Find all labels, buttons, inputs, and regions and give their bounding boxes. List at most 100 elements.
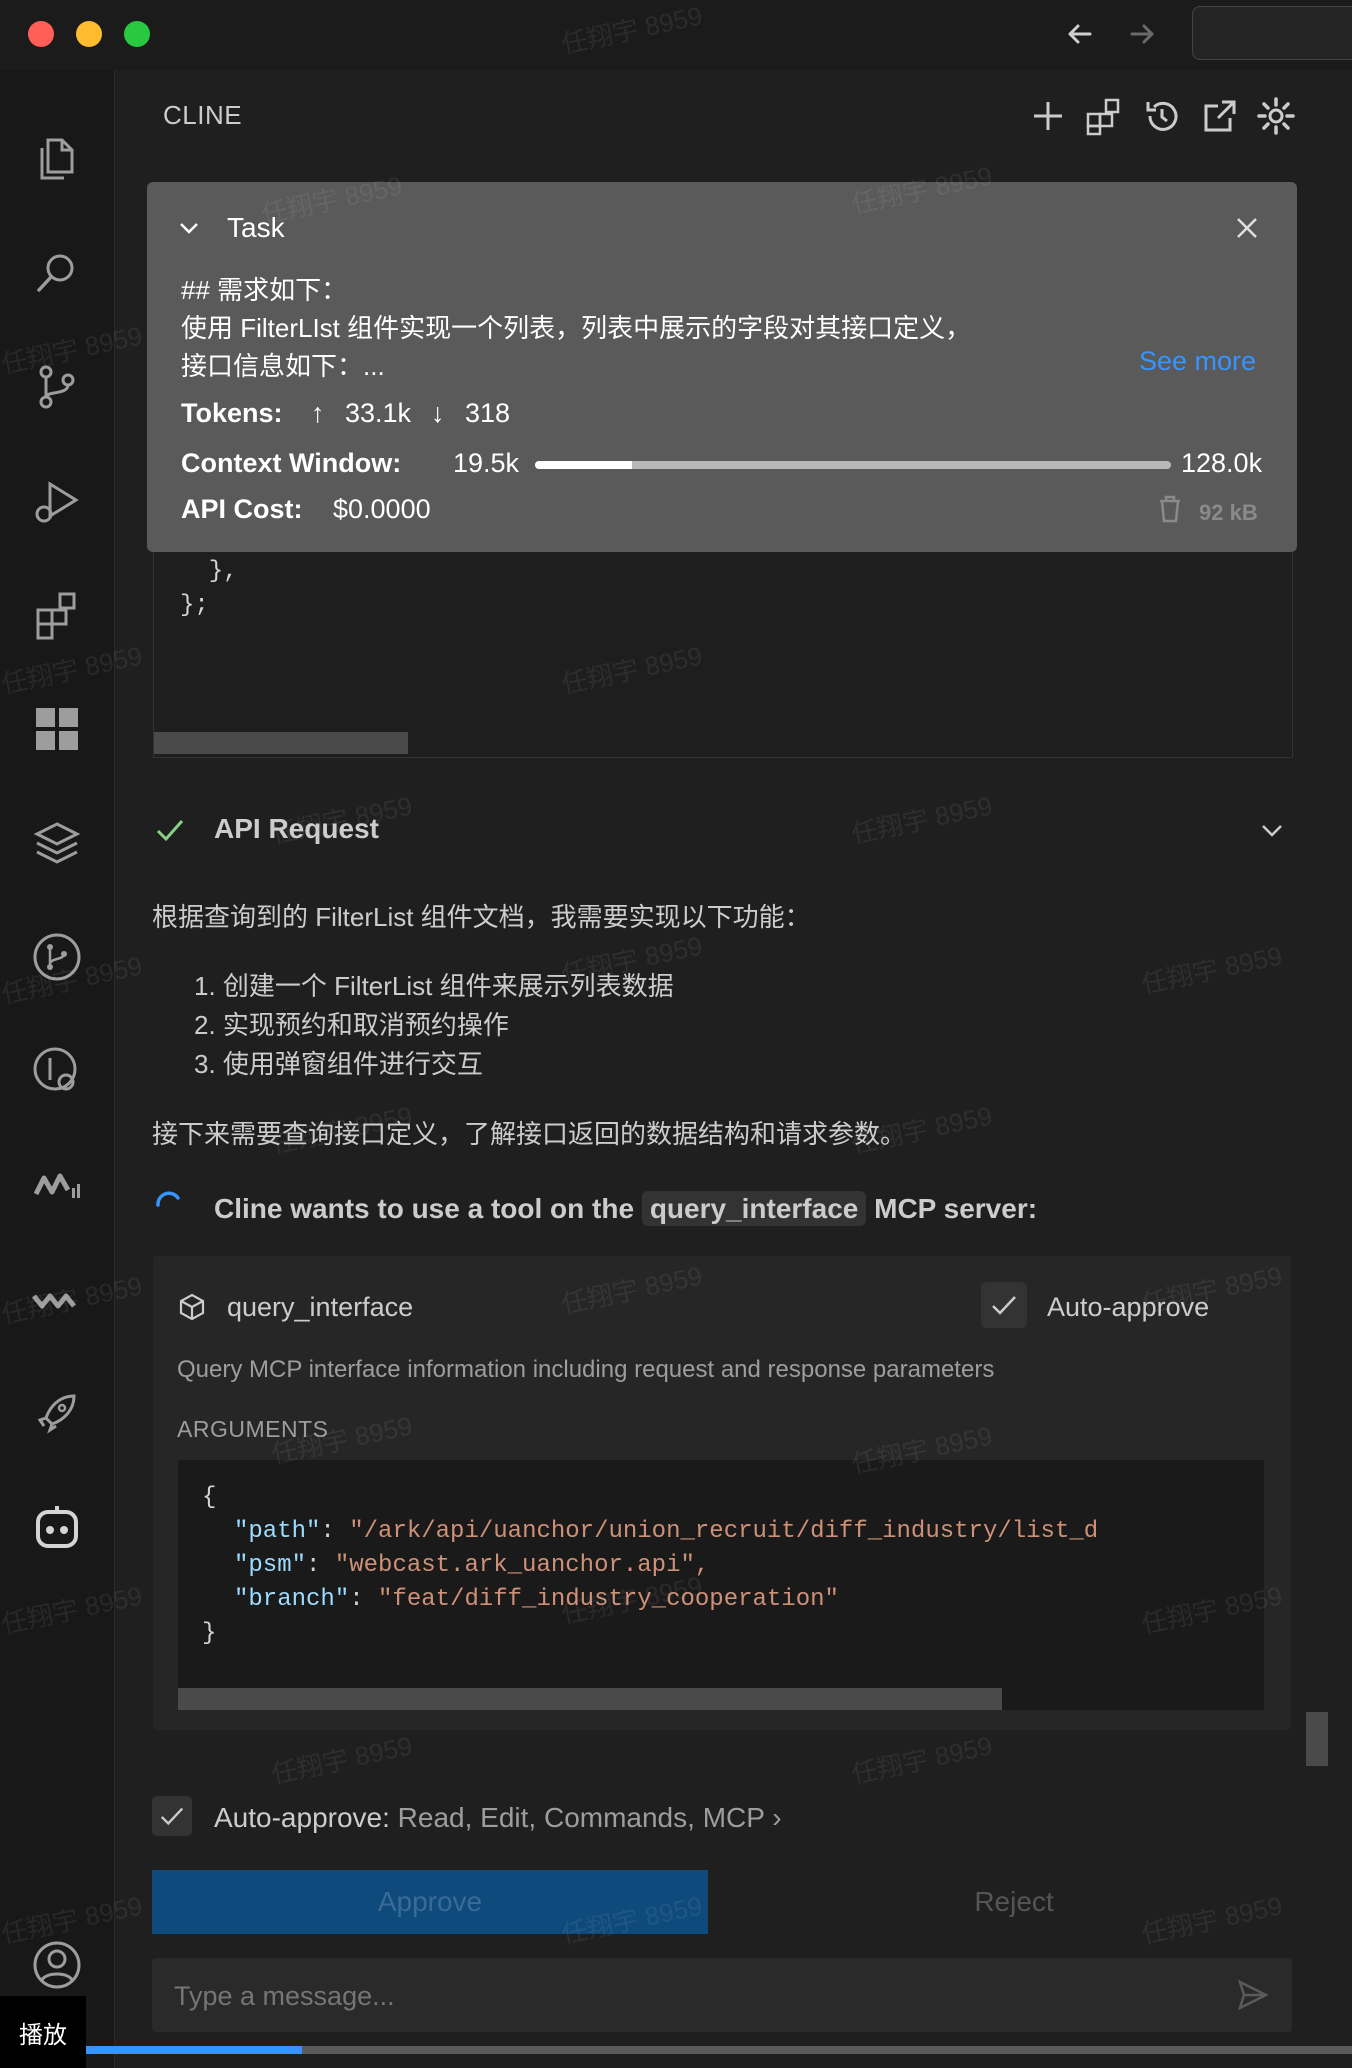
layers-icon[interactable] xyxy=(28,814,86,872)
close-window-button[interactable] xyxy=(28,21,54,47)
tool-request-prefix: Cline wants to use a tool on the xyxy=(214,1193,635,1224)
chevron-down-icon[interactable] xyxy=(1258,816,1286,844)
check-icon xyxy=(154,814,186,846)
title-bar xyxy=(0,0,1352,70)
task-card: Task ## 需求如下： 使用 FilterLIst 组件实现一个列表，列表中… xyxy=(147,182,1297,552)
context-progress-bar xyxy=(535,461,1171,469)
code-snippet: }, }; xyxy=(153,552,1293,758)
trash-icon[interactable] xyxy=(1157,494,1183,524)
arguments-code-block: { "path": "/ark/api/uanchor/union_recrui… xyxy=(178,1460,1264,1710)
play-button[interactable]: 播放 xyxy=(0,1996,86,2068)
task-text-line: 接口信息如下：... xyxy=(181,351,385,381)
git-search-icon[interactable] xyxy=(28,1042,86,1100)
run-debug-icon[interactable] xyxy=(28,472,86,530)
vertical-scrollbar[interactable] xyxy=(1306,1712,1328,1766)
response-followup: 接下来需要查询接口定义，了解接口返回的数据结构和请求参数。 xyxy=(152,1119,907,1149)
command-center[interactable] xyxy=(1192,6,1352,60)
tool-request-header: Cline wants to use a tool on the query_i… xyxy=(214,1191,1038,1226)
list-item-text: 实现预约和取消预约操作 xyxy=(222,1010,509,1040)
horizontal-scrollbar[interactable] xyxy=(178,1688,1002,1710)
panel-title: CLINE xyxy=(163,100,243,130)
gear-icon[interactable] xyxy=(1256,96,1296,136)
auto-approve-label: Auto-approve: xyxy=(214,1802,390,1833)
code-line: }, xyxy=(180,558,238,585)
auto-approve-value: Read, Edit, Commands, MCP xyxy=(397,1802,765,1833)
minimize-window-button[interactable] xyxy=(76,21,102,47)
tool-request-suffix: MCP server: xyxy=(874,1193,1038,1224)
loading-spinner-icon xyxy=(154,1190,184,1220)
search-icon[interactable] xyxy=(28,244,86,302)
tokens-label: Tokens: xyxy=(181,398,283,428)
cube-icon xyxy=(177,1292,207,1322)
plus-icon[interactable] xyxy=(1028,96,1068,136)
auto-approve-tool-label[interactable]: Auto-approve xyxy=(1047,1292,1209,1323)
list-item: 1. 创建一个 FilterList 组件来展示列表数据 xyxy=(194,971,674,1001)
task-text-line: ## 需求如下： xyxy=(181,275,348,305)
back-arrow-icon[interactable] xyxy=(1060,14,1100,54)
json-value: "feat/diff_industry_cooperation" xyxy=(378,1586,839,1613)
message-input-box[interactable] xyxy=(152,1958,1292,2032)
see-more-link[interactable]: See more xyxy=(1139,346,1256,377)
task-size: 92 kB xyxy=(1199,500,1258,525)
code-line: } xyxy=(202,1620,217,1647)
check-icon xyxy=(160,1807,184,1826)
code-line: "psm": "webcast.ark_uanchor.api", xyxy=(234,1552,710,1579)
account-icon[interactable] xyxy=(28,1936,86,1994)
api-request-label[interactable]: API Request xyxy=(214,813,379,845)
arguments-label: ARGUMENTS xyxy=(177,1416,329,1442)
json-key: "psm" xyxy=(234,1552,307,1579)
git-graph-icon[interactable] xyxy=(28,928,86,986)
chevron-down-icon[interactable] xyxy=(177,216,201,240)
close-icon[interactable] xyxy=(1233,214,1261,242)
tokens-down-value: 318 xyxy=(465,398,511,428)
reject-button[interactable]: Reject xyxy=(736,1870,1292,1934)
code-line: "path": "/ark/api/uanchor/union_recruit/… xyxy=(234,1518,1099,1545)
cost-label: API Cost: xyxy=(181,494,303,524)
list-item-text: 创建一个 FilterList 组件来展示列表数据 xyxy=(222,971,674,1001)
mcp-servers-icon[interactable] xyxy=(1084,96,1124,136)
chart-extension-icon[interactable] xyxy=(28,1156,86,1214)
cline-robot-icon[interactable] xyxy=(28,1498,86,1556)
json-key: "path" xyxy=(234,1518,321,1545)
approve-button[interactable]: Approve xyxy=(152,1870,708,1934)
activity-bar xyxy=(0,70,115,2068)
wave-extension-icon[interactable] xyxy=(28,1270,86,1328)
json-value: "/ark/api/uanchor/union_recruit/diff_ind… xyxy=(349,1518,1099,1545)
context-used-value: 19.5k xyxy=(453,448,520,478)
send-icon[interactable] xyxy=(1236,1978,1270,2012)
code-line: { xyxy=(202,1484,217,1511)
code-line: }; xyxy=(180,592,209,619)
context-progress-fill xyxy=(535,461,632,469)
explorer-icon[interactable] xyxy=(28,130,86,188)
popout-icon[interactable] xyxy=(1200,96,1240,136)
list-item-text: 使用弹窗组件进行交互 xyxy=(222,1049,483,1079)
auto-approve-checkbox[interactable] xyxy=(152,1796,192,1836)
horizontal-scrollbar[interactable] xyxy=(154,732,408,754)
server-name-badge: query_interface xyxy=(641,1191,867,1226)
arrow-up-icon: ↑ xyxy=(311,398,325,428)
video-progress-track[interactable] xyxy=(86,2046,1352,2054)
grid-apps-icon[interactable] xyxy=(28,700,86,758)
task-text-line: 使用 FilterLIst 组件实现一个列表，列表中展示的字段对其接口定义， xyxy=(181,313,972,343)
tool-description: Query MCP interface information includin… xyxy=(177,1356,995,1383)
list-item: 3. 使用弹窗组件进行交互 xyxy=(194,1049,483,1079)
zoom-window-button[interactable] xyxy=(124,21,150,47)
context-label: Context Window: xyxy=(181,448,402,478)
context-max-value: 128.0k xyxy=(1181,448,1263,478)
cost-value: $0.0000 xyxy=(333,494,431,524)
extensions-icon[interactable] xyxy=(28,586,86,644)
list-item: 2. 实现预约和取消预约操作 xyxy=(194,1010,509,1040)
auto-approve-tool-checkbox[interactable] xyxy=(981,1282,1027,1328)
code-line: "branch": "feat/diff_industry_cooperatio… xyxy=(234,1586,839,1613)
message-input[interactable] xyxy=(172,1976,1196,2016)
json-key: "branch" xyxy=(234,1586,350,1613)
tool-name: query_interface xyxy=(227,1292,414,1322)
rocket-icon[interactable] xyxy=(28,1384,86,1442)
forward-arrow-icon[interactable] xyxy=(1122,14,1162,54)
tokens-up-value: 33.1k xyxy=(345,398,412,428)
source-control-icon[interactable] xyxy=(28,358,86,416)
auto-approve-summary[interactable]: Auto-approve: Read, Edit, Commands, MCP … xyxy=(214,1802,782,1834)
json-value: "webcast.ark_uanchor.api", xyxy=(334,1552,710,1579)
check-icon xyxy=(992,1296,1016,1315)
history-icon[interactable] xyxy=(1142,96,1182,136)
